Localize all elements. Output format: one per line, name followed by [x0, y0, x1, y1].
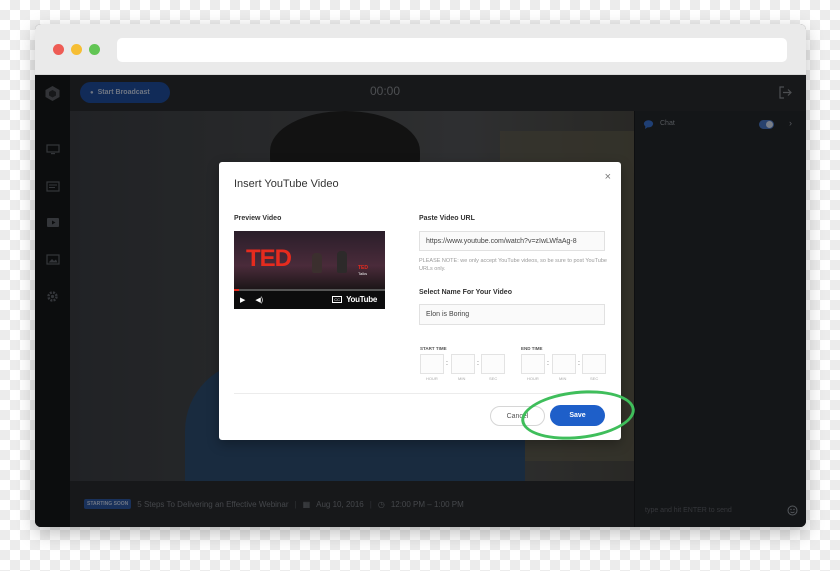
video-name-label: Select Name For Your Video	[419, 289, 512, 296]
unit-hour: HOUR	[527, 376, 539, 381]
url-label: Paste Video URL	[419, 215, 475, 222]
address-bar[interactable]	[117, 38, 787, 62]
start-sec-input[interactable]	[481, 354, 505, 374]
youtube-note: PLEASE NOTE: we only accept YouTube vide…	[419, 258, 607, 272]
ted-logo-text: TED	[246, 245, 292, 272]
volume-icon[interactable]: ◀)	[255, 296, 263, 304]
time-colon: :	[547, 360, 549, 367]
minimize-window-button[interactable]	[71, 44, 82, 55]
start-hour-input[interactable]	[420, 354, 444, 374]
youtube-logo[interactable]: YouTube	[346, 295, 377, 304]
dialog-divider	[234, 393, 606, 394]
video-preview[interactable]: TED TED Talks ▶ ◀) CC YouTube	[234, 231, 385, 309]
end-sec-input[interactable]	[582, 354, 606, 374]
speaker-figure	[337, 251, 347, 273]
time-colon: :	[446, 360, 448, 367]
time-colon: :	[578, 360, 580, 367]
preview-label: Preview Video	[234, 215, 282, 222]
close-window-button[interactable]	[53, 44, 64, 55]
unit-sec: SEC	[590, 376, 599, 381]
close-icon[interactable]: ×	[605, 171, 611, 183]
end-min-input[interactable]	[552, 354, 576, 374]
unit-min: MIN	[458, 376, 466, 381]
maximize-window-button[interactable]	[89, 44, 100, 55]
unit-sec: SEC	[489, 376, 498, 381]
start-time-label: START TIME	[420, 346, 447, 351]
ted-talks-label: Talks	[358, 271, 368, 276]
speaker-figure	[312, 253, 322, 273]
unit-min: MIN	[559, 376, 567, 381]
end-time-label: END TIME	[521, 346, 543, 351]
browser-toolbar	[35, 24, 806, 75]
captions-icon[interactable]: CC	[332, 296, 342, 303]
unit-hour: HOUR	[426, 376, 438, 381]
time-colon: :	[477, 360, 479, 367]
dialog-title: Insert YouTube Video	[234, 178, 339, 190]
video-name-input[interactable]: Elon is Boring	[419, 304, 605, 325]
end-hour-input[interactable]	[521, 354, 545, 374]
play-icon[interactable]: ▶	[240, 296, 245, 304]
video-url-input[interactable]: https://www.youtube.com/watch?v=zIwLWfaA…	[419, 231, 605, 251]
start-min-input[interactable]	[451, 354, 475, 374]
